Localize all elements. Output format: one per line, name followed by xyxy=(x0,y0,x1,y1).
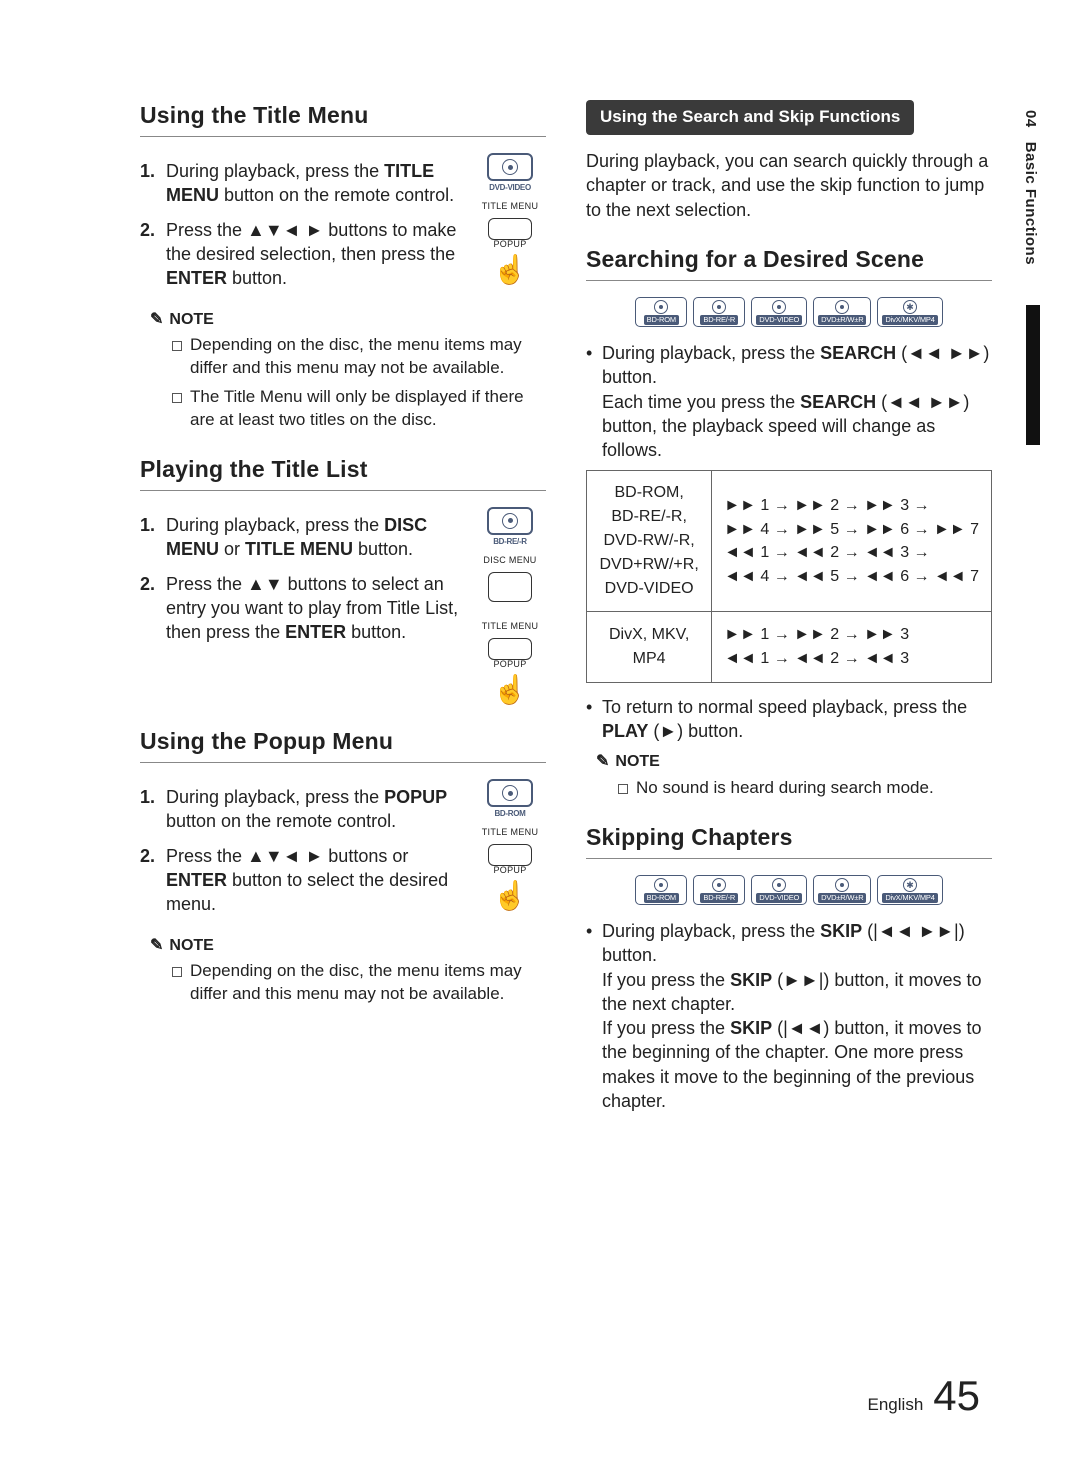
step-text: During playback, press the DISC MENU or … xyxy=(166,513,464,562)
page-number: 45 xyxy=(933,1368,980,1425)
hand-press-icon: ☝ xyxy=(493,882,528,910)
step-number: 2. xyxy=(140,218,166,291)
chapter-side-tab: 04 Basic Functions xyxy=(1020,110,1040,265)
disc-menu-button-icon xyxy=(488,572,532,602)
disc-label: DVD-VIDEO xyxy=(489,183,531,194)
speed-cell-media: DivX, MKV, MP4 xyxy=(587,612,712,682)
bullet-item: During playback, press the SKIP (|◄◄ ►►|… xyxy=(586,919,992,1113)
disc-badge: DivX/MKV/MP4 xyxy=(877,875,942,905)
button-label: TITLE MENU xyxy=(482,620,539,632)
icon-column: DVD-VIDEO TITLE MENU POPUP ☝ xyxy=(474,153,546,284)
note-list: No sound is heard during search mode. xyxy=(586,777,992,800)
bullet-list: During playback, press the SKIP (|◄◄ ►►|… xyxy=(586,919,992,1113)
disc-icon xyxy=(487,153,533,181)
step-text: During playback, press the TITLE MENU bu… xyxy=(166,159,464,208)
page-footer: English 45 xyxy=(868,1368,980,1425)
hand-press-icon: ☝ xyxy=(493,256,528,284)
step-text: Press the ▲▼◄ ► buttons to make the desi… xyxy=(166,218,464,291)
disc-type-row: BD-ROM BD-RE/-R DVD-VIDEO DVD±R/W±R DivX… xyxy=(586,875,992,905)
note-heading: ✎NOTE xyxy=(150,935,546,957)
step-text: During playback, press the POPUP button … xyxy=(166,785,464,834)
button-label: TITLE MENU xyxy=(482,200,539,212)
button-label: POPUP xyxy=(493,238,526,250)
note-icon: ✎ xyxy=(596,751,609,773)
title-menu-steps: 1. During playback, press the TITLE MENU… xyxy=(140,159,464,290)
hand-press-icon: ☝ xyxy=(493,676,528,704)
icon-column: BD-RE/-R DISC MENU TITLE MENU POPUP ☝ xyxy=(474,507,546,704)
step-number: 1. xyxy=(140,159,166,208)
note-item: No sound is heard during search mode. xyxy=(618,777,992,800)
popup-button-icon xyxy=(488,218,532,240)
step-number: 1. xyxy=(140,513,166,562)
footer-language: English xyxy=(868,1394,924,1417)
button-label: POPUP xyxy=(493,658,526,670)
note-item: Depending on the disc, the menu items ma… xyxy=(172,334,546,380)
disc-badge: BD-ROM xyxy=(635,297,687,327)
note-heading: ✎NOTE xyxy=(150,309,546,331)
bullet-list: During playback, press the SEARCH (◄◄ ►►… xyxy=(586,341,992,462)
bullet-item: During playback, press the SEARCH (◄◄ ►►… xyxy=(586,341,992,462)
disc-badge: DVD±R/W±R xyxy=(813,875,871,905)
heading-popup-menu: Using the Popup Menu xyxy=(140,726,546,763)
disc-label: BD-ROM xyxy=(494,809,525,820)
note-list: Depending on the disc, the menu items ma… xyxy=(140,334,546,432)
speed-cell-seq: ►► 1 → ►► 2 → ►► 3 → ►► 4 → ►► 5 → ►► 6 … xyxy=(712,471,992,612)
disc-badge: DVD±R/W±R xyxy=(813,297,871,327)
disc-label: BD-RE/-R xyxy=(493,537,527,548)
bullet-list: To return to normal speed playback, pres… xyxy=(586,695,992,744)
heading-skip-chapters: Skipping Chapters xyxy=(586,822,992,859)
note-list: Depending on the disc, the menu items ma… xyxy=(140,960,546,1006)
chapter-number: 04 xyxy=(1022,110,1039,128)
popup-button-icon xyxy=(488,638,532,660)
disc-badge: BD-RE/-R xyxy=(693,875,745,905)
intro-paragraph: During playback, you can search quickly … xyxy=(586,149,992,222)
popup-menu-steps: 1. During playback, press the POPUP butt… xyxy=(140,785,464,916)
note-item: The Title Menu will only be displayed if… xyxy=(172,386,546,432)
disc-badge: DivX/MKV/MP4 xyxy=(877,297,942,327)
left-column: Using the Title Menu 1. During playback,… xyxy=(140,100,546,1121)
disc-badge: BD-RE/-R xyxy=(693,297,745,327)
popup-button-icon xyxy=(488,844,532,866)
title-list-steps: 1. During playback, press the DISC MENU … xyxy=(140,513,464,644)
disc-type-row: BD-ROM BD-RE/-R DVD-VIDEO DVD±R/W±R DivX… xyxy=(586,297,992,327)
section-bar: Using the Search and Skip Functions xyxy=(586,100,914,135)
disc-badge: DVD-VIDEO xyxy=(751,875,807,905)
icon-column: BD-ROM TITLE MENU POPUP ☝ xyxy=(474,779,546,910)
step-text: Press the ▲▼ buttons to select an entry … xyxy=(166,572,464,645)
thumb-tab xyxy=(1026,305,1040,445)
right-column: Using the Search and Skip Functions Duri… xyxy=(586,100,992,1121)
step-number: 1. xyxy=(140,785,166,834)
note-item: Depending on the disc, the menu items ma… xyxy=(172,960,546,1006)
heading-search-scene: Searching for a Desired Scene xyxy=(586,244,992,281)
step-number: 2. xyxy=(140,572,166,645)
speed-cell-seq: ►► 1 → ►► 2 → ►► 3 ◄◄ 1 → ◄◄ 2 → ◄◄ 3 xyxy=(712,612,992,682)
disc-badge: BD-ROM xyxy=(635,875,687,905)
note-icon: ✎ xyxy=(150,309,163,331)
disc-badge: DVD-VIDEO xyxy=(751,297,807,327)
button-label: TITLE MENU xyxy=(482,826,539,838)
note-heading: ✎NOTE xyxy=(596,751,992,773)
disc-icon xyxy=(487,507,533,535)
note-icon: ✎ xyxy=(150,935,163,957)
step-number: 2. xyxy=(140,844,166,917)
button-label: DISC MENU xyxy=(483,554,536,566)
speed-table: BD-ROM, BD-RE/-R, DVD-RW/-R, DVD+RW/+R, … xyxy=(586,470,992,682)
heading-title-menu: Using the Title Menu xyxy=(140,100,546,137)
bullet-item: To return to normal speed playback, pres… xyxy=(586,695,992,744)
chapter-title: Basic Functions xyxy=(1022,142,1039,265)
disc-icon xyxy=(487,779,533,807)
button-label: POPUP xyxy=(493,864,526,876)
step-text: Press the ▲▼◄ ► buttons or ENTER button … xyxy=(166,844,464,917)
speed-cell-media: BD-ROM, BD-RE/-R, DVD-RW/-R, DVD+RW/+R, … xyxy=(587,471,712,612)
heading-title-list: Playing the Title List xyxy=(140,454,546,491)
